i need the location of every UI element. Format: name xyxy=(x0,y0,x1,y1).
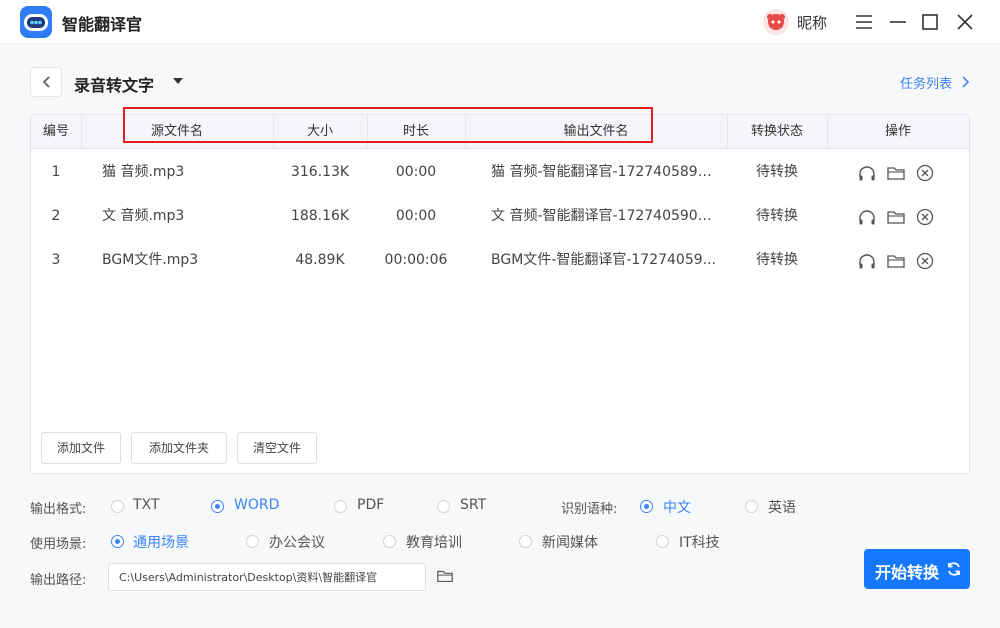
start-convert-label: 开始转换 xyxy=(875,563,940,582)
radio-scene-it[interactable] xyxy=(656,535,669,548)
col-actions: 操作 xyxy=(884,124,911,139)
scene-office-label[interactable]: 办公会议 xyxy=(269,532,325,552)
row-duration: 00:00:06 xyxy=(384,252,448,268)
format-word-label[interactable]: WORD xyxy=(234,497,279,513)
maximize-icon[interactable] xyxy=(918,10,942,34)
close-icon[interactable] xyxy=(953,10,977,34)
back-button[interactable] xyxy=(30,67,62,97)
row-source-name: BGM文件.mp3 xyxy=(102,252,199,268)
row-size: 188.16K xyxy=(290,208,350,224)
scene-it-label[interactable]: IT科技 xyxy=(679,532,720,552)
table-row[interactable]: 3 BGM文件.mp3 48.89K 00:00:06 BGM文件-智能翻译官-… xyxy=(31,238,969,282)
title-bar: 智能翻译官 昵称 xyxy=(0,0,1000,44)
row-index: 3 xyxy=(51,252,61,268)
language-label: 识别语种: xyxy=(561,502,618,517)
radio-format-pdf[interactable] xyxy=(334,500,347,513)
clear-files-button[interactable]: 清空文件 xyxy=(237,432,317,464)
row-index: 2 xyxy=(51,208,61,224)
page-title[interactable]: 录音转文字 xyxy=(74,72,154,96)
scene-news-label[interactable]: 新闻媒体 xyxy=(542,532,598,552)
chevron-right-icon[interactable] xyxy=(960,76,970,88)
folder-icon[interactable] xyxy=(886,207,906,227)
delete-circle-icon[interactable] xyxy=(915,207,935,227)
radio-format-txt[interactable] xyxy=(111,500,124,513)
task-list-link[interactable]: 任务列表 xyxy=(900,73,952,92)
col-index: 编号 xyxy=(42,124,69,139)
chevron-left-icon xyxy=(42,76,50,88)
folder-icon[interactable] xyxy=(886,251,906,271)
headphones-icon[interactable] xyxy=(857,251,877,271)
row-duration: 00:00 xyxy=(395,208,437,224)
col-size: 大小 xyxy=(306,124,333,139)
table-row[interactable]: 1 猫 音频.mp3 316.13K 00:00 猫 音频-智能翻译官-1727… xyxy=(31,150,969,194)
format-pdf-label[interactable]: PDF xyxy=(357,497,384,513)
format-txt-label[interactable]: TXT xyxy=(133,497,159,513)
nickname[interactable]: 昵称 xyxy=(797,12,827,33)
row-output-name: 猫 音频-智能翻译官-1727405899... xyxy=(491,164,719,180)
row-output-name: BGM文件-智能翻译官-17274059... xyxy=(491,252,716,268)
file-table-panel: 编号 源文件名 大小 时长 输出文件名 转换状态 操作 1 猫 音频.mp3 3… xyxy=(30,114,970,474)
delete-circle-icon[interactable] xyxy=(915,251,935,271)
row-index: 1 xyxy=(51,164,61,180)
table-row[interactable]: 2 文 音频.mp3 188.16K 00:00 文 音频-智能翻译官-1727… xyxy=(31,194,969,238)
avatar[interactable] xyxy=(763,9,789,35)
row-size: 48.89K xyxy=(295,252,345,268)
row-source-name: 猫 音频.mp3 xyxy=(102,164,185,180)
row-status: 待转换 xyxy=(756,164,798,180)
language-english-label[interactable]: 英语 xyxy=(768,497,796,517)
row-source-name: 文 音频.mp3 xyxy=(102,208,185,224)
format-label: 输出格式: xyxy=(30,502,87,517)
row-size: 316.13K xyxy=(290,164,350,180)
format-srt-label[interactable]: SRT xyxy=(460,497,486,513)
radio-format-word[interactable] xyxy=(211,500,224,513)
scene-general-label[interactable]: 通用场景 xyxy=(133,532,189,552)
radio-scene-education[interactable] xyxy=(383,535,396,548)
caret-down-icon[interactable] xyxy=(172,77,184,85)
refresh-icon xyxy=(948,562,960,576)
radio-scene-news[interactable] xyxy=(519,535,532,548)
menu-icon[interactable] xyxy=(852,10,876,34)
col-status: 转换状态 xyxy=(750,124,803,139)
row-output-name: 文 音频-智能翻译官-1727405900... xyxy=(491,208,719,224)
row-duration: 00:00 xyxy=(395,164,437,180)
start-convert-button[interactable]: 开始转换 xyxy=(864,549,970,589)
path-label: 输出路径: xyxy=(30,573,87,588)
delete-circle-icon[interactable] xyxy=(915,163,935,183)
row-status: 待转换 xyxy=(756,252,798,268)
radio-scene-office[interactable] xyxy=(246,535,259,548)
radio-language-chinese[interactable] xyxy=(640,500,653,513)
folder-icon[interactable] xyxy=(886,163,906,183)
radio-language-english[interactable] xyxy=(745,500,758,513)
headphones-icon[interactable] xyxy=(857,207,877,227)
table-header: 编号 源文件名 大小 时长 输出文件名 转换状态 操作 xyxy=(31,115,969,149)
col-source-name: 源文件名 xyxy=(150,124,203,139)
app-logo-icon xyxy=(20,6,52,38)
radio-format-srt[interactable] xyxy=(437,500,450,513)
radio-scene-general[interactable] xyxy=(111,535,124,548)
scene-education-label[interactable]: 教育培训 xyxy=(406,532,462,552)
folder-browse-icon[interactable] xyxy=(436,567,454,585)
col-output-name: 输出文件名 xyxy=(563,124,629,139)
add-folder-button[interactable]: 添加文件夹 xyxy=(131,432,227,464)
minimize-icon[interactable] xyxy=(886,10,910,34)
app-title: 智能翻译官 xyxy=(62,15,143,34)
col-duration: 时长 xyxy=(402,124,429,139)
output-path-input[interactable] xyxy=(108,563,426,591)
row-status: 待转换 xyxy=(756,208,798,224)
scene-label: 使用场景: xyxy=(30,537,87,552)
add-file-button[interactable]: 添加文件 xyxy=(41,432,121,464)
language-chinese-label[interactable]: 中文 xyxy=(663,497,691,517)
headphones-icon[interactable] xyxy=(857,163,877,183)
